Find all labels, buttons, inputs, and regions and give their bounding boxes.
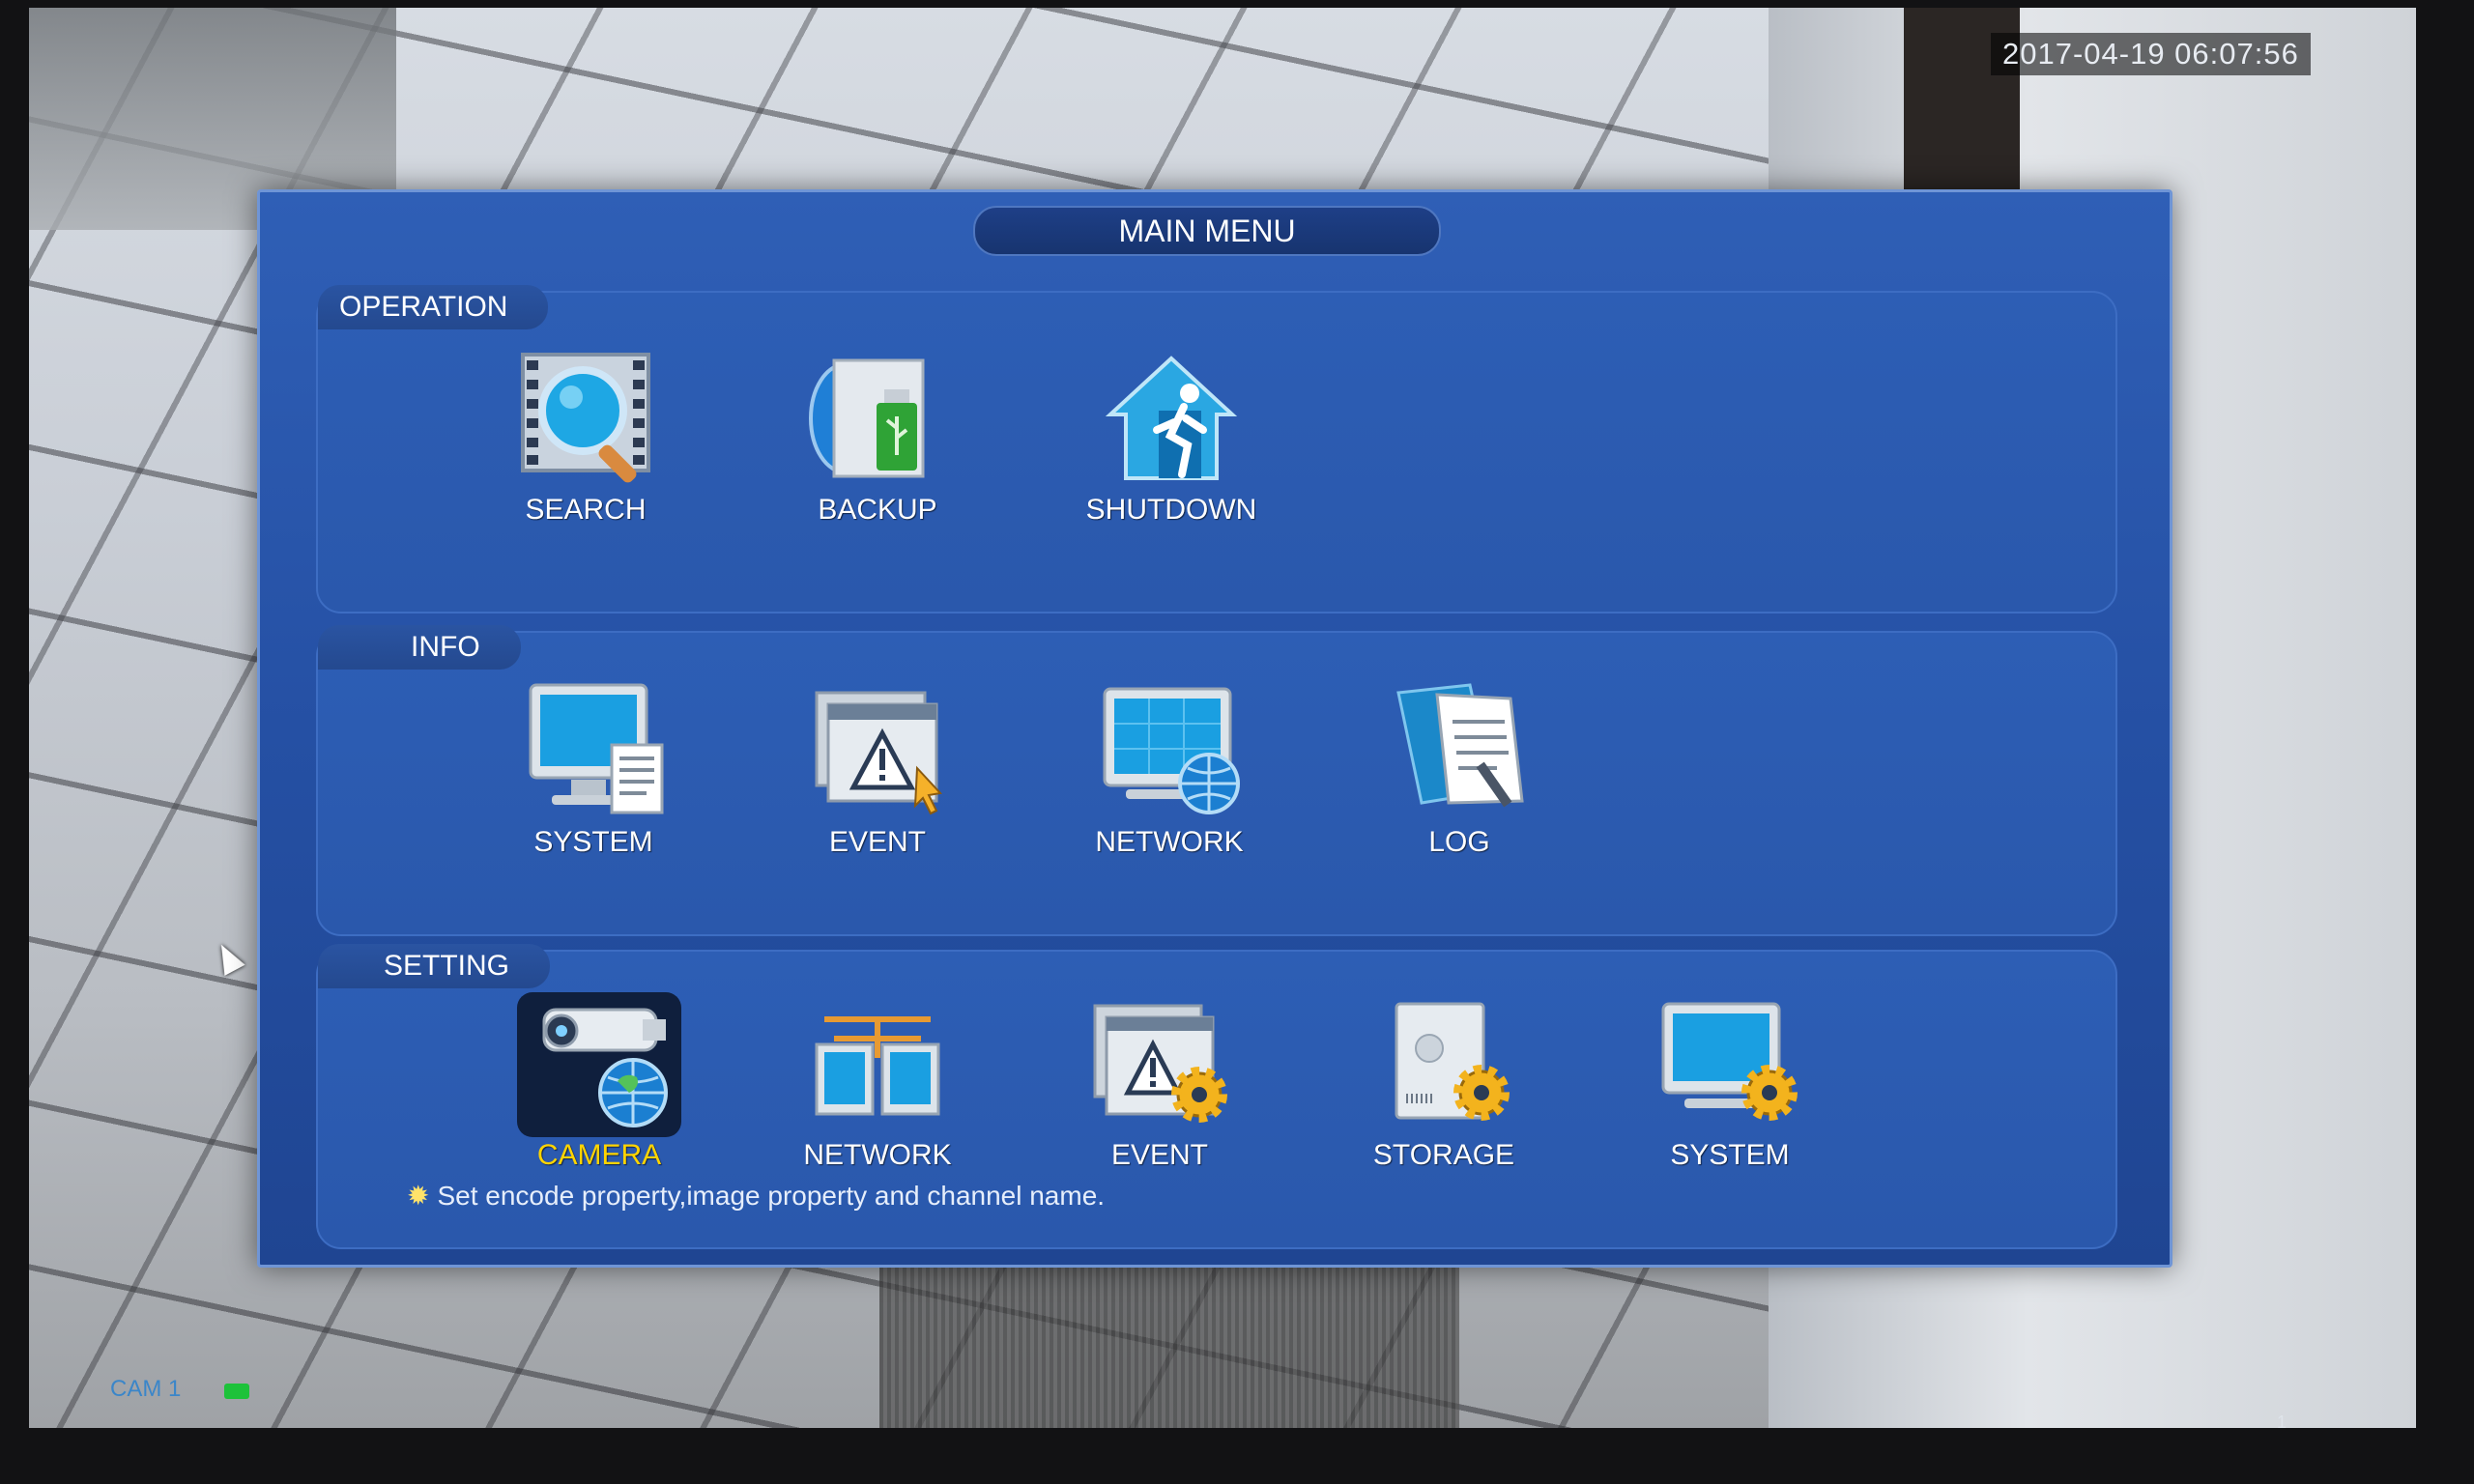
event-warning-icon — [795, 679, 960, 824]
main-menu-dialog: MAIN MENU OPERATION SEARCH BACKUP SHUTDO… — [257, 189, 2172, 1268]
info-event-button[interactable]: EVENT — [776, 679, 979, 859]
backup-label: BACKUP — [818, 494, 937, 526]
record-indicator-icon — [224, 1384, 249, 1399]
info-log-label: LOG — [1428, 826, 1490, 858]
help-hint-text: Set encode property,image property and c… — [437, 1181, 1106, 1211]
storage-settings-label: STORAGE — [1372, 1139, 1515, 1171]
timestamp-overlay: 2017-04-19 06:07:56 — [1991, 33, 2311, 75]
backup-usb-icon — [795, 347, 960, 492]
info-system-label: SYSTEM — [533, 826, 653, 858]
network-settings-button[interactable]: NETWORK — [776, 992, 979, 1172]
event-settings-label: EVENT — [1110, 1139, 1209, 1171]
storage-settings-icon — [1362, 992, 1526, 1137]
operation-section-label: OPERATION — [318, 285, 549, 329]
camera-label: CAM 1 — [110, 1376, 182, 1402]
setting-section: SETTING CAMERA NETWORK EVENT STORAGE SYS… — [316, 944, 2117, 1249]
shutdown-label: SHUTDOWN — [1085, 494, 1257, 526]
system-settings-icon — [1648, 992, 1812, 1137]
info-network-button[interactable]: NETWORK — [1068, 679, 1271, 859]
shutdown-button[interactable]: SHUTDOWN — [1070, 347, 1273, 527]
shutdown-exit-icon — [1089, 347, 1253, 492]
storage-settings-button[interactable]: STORAGE — [1342, 992, 1545, 1172]
info-log-button[interactable]: LOG — [1358, 679, 1561, 859]
camera-settings-button[interactable]: CAMERA — [498, 992, 701, 1172]
search-button[interactable]: SEARCH — [484, 347, 687, 527]
system-info-icon — [511, 679, 676, 824]
backup-button[interactable]: BACKUP — [776, 347, 979, 527]
log-book-icon — [1377, 679, 1541, 824]
help-hint: ✹ Set encode property,image property and … — [407, 1180, 1105, 1212]
system-settings-label: SYSTEM — [1670, 1139, 1790, 1171]
camera-settings-icon — [517, 992, 681, 1137]
menu-title: MAIN MENU — [973, 206, 1441, 256]
network-globe-icon — [1087, 679, 1251, 824]
floor-mat-background — [879, 1264, 1459, 1428]
setting-section-label: SETTING — [318, 944, 551, 988]
lightbulb-icon: ✹ — [407, 1181, 430, 1211]
info-network-label: NETWORK — [1095, 826, 1244, 858]
info-section: INFO SYSTEM EVENT NETWORK LOG — [316, 625, 2117, 936]
network-settings-label: NETWORK — [803, 1139, 952, 1171]
network-settings-icon — [795, 992, 960, 1137]
info-event-label: EVENT — [828, 826, 927, 858]
info-section-label: INFO — [318, 625, 521, 670]
info-system-button[interactable]: SYSTEM — [492, 679, 695, 859]
system-settings-button[interactable]: SYSTEM — [1628, 992, 1831, 1172]
operation-section: OPERATION SEARCH BACKUP SHUTDOWN — [316, 285, 2117, 614]
page-number: 1 — [2277, 1413, 2287, 1432]
search-film-icon — [503, 347, 668, 492]
event-settings-button[interactable]: EVENT — [1058, 992, 1261, 1172]
event-settings-icon — [1078, 992, 1242, 1137]
search-label: SEARCH — [525, 494, 647, 526]
camera-settings-label: CAMERA — [536, 1139, 662, 1171]
